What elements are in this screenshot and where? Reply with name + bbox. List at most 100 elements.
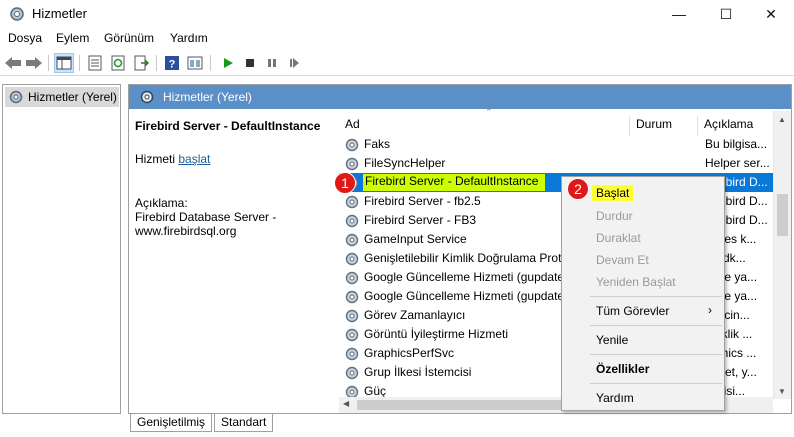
- menu-item-resume: Devam Et: [596, 253, 649, 267]
- scroll-down-icon[interactable]: ▼: [778, 387, 786, 396]
- console-view-icon[interactable]: [185, 53, 205, 73]
- table-row[interactable]: FileSyncHelper Helper ser...: [339, 154, 781, 173]
- scroll-left-icon[interactable]: ◀: [343, 399, 349, 408]
- menu-item-stop: Durdur: [596, 209, 633, 223]
- toolbar: ?: [0, 50, 794, 76]
- pause-service-icon[interactable]: [262, 53, 282, 73]
- menu-bar: Dosya Eylem Görünüm Yardım: [0, 28, 794, 48]
- services-gear-icon: [9, 90, 23, 104]
- toolbar-separator: [210, 55, 211, 71]
- service-name: Firebird Server - fb2.5: [364, 194, 481, 208]
- tab-extended[interactable]: Genişletilmiş: [130, 414, 213, 432]
- service-name: Google Güncelleme Hizmeti (gupdatem): [364, 289, 579, 303]
- svg-text:?: ?: [169, 59, 176, 71]
- step-badge-1: 1: [334, 172, 356, 194]
- back-icon[interactable]: [3, 53, 23, 73]
- scroll-up-icon[interactable]: ▲: [778, 115, 786, 124]
- maximize-button[interactable]: ☐: [703, 0, 749, 28]
- menu-item-all-tasks[interactable]: Tüm Görevler: [596, 304, 669, 318]
- restart-service-icon[interactable]: [284, 53, 304, 73]
- menu-item-pause: Duraklat: [596, 231, 641, 245]
- description-line-1: Firebird Database Server -: [135, 210, 277, 224]
- show-hide-tree-icon[interactable]: [54, 53, 74, 73]
- stop-service-icon[interactable]: [240, 53, 260, 73]
- column-header-description[interactable]: Açıklama: [697, 116, 777, 136]
- service-gear-icon: [345, 347, 359, 361]
- service-gear-icon: [345, 290, 359, 304]
- toolbar-separator: [79, 55, 80, 71]
- start-service-prefix: Hizmeti: [135, 152, 179, 166]
- menu-item-properties[interactable]: Özellikler: [596, 362, 649, 376]
- service-name: Güç: [364, 384, 387, 397]
- scroll-thumb[interactable]: [777, 194, 788, 236]
- list-header: ⌃ Ad Durum Açıklama: [339, 107, 779, 136]
- step-badge-2: 2: [567, 178, 589, 200]
- tree-item-label: Hizmetler (Yerel): [28, 90, 117, 104]
- column-header-status[interactable]: Durum: [629, 116, 699, 136]
- menu-yardim[interactable]: Yardım: [170, 31, 208, 45]
- menu-separator: [590, 325, 722, 326]
- minimize-button[interactable]: —: [656, 0, 702, 28]
- menu-item-restart: Yeniden Başlat: [596, 275, 676, 289]
- close-button[interactable]: ✕: [748, 0, 794, 28]
- tab-standard[interactable]: Standart: [214, 414, 274, 432]
- service-gear-icon: [345, 195, 359, 209]
- start-service-icon[interactable]: [218, 53, 238, 73]
- service-name: GameInput Service: [364, 232, 467, 246]
- menu-dosya[interactable]: Dosya: [8, 31, 42, 45]
- properties-sheet-icon[interactable]: [85, 53, 105, 73]
- title-bar: Hizmetler — ☐ ✕: [0, 0, 794, 28]
- service-name: Faks: [364, 137, 391, 151]
- start-service-link[interactable]: başlat: [178, 152, 210, 166]
- vertical-scrollbar[interactable]: ▲ ▼: [773, 111, 791, 399]
- scroll-thumb[interactable]: [357, 400, 565, 410]
- refresh-icon[interactable]: [108, 53, 128, 73]
- start-service-line: Hizmeti başlat: [135, 152, 331, 166]
- toolbar-separator: [48, 55, 49, 71]
- service-gear-icon: [345, 366, 359, 380]
- service-gear-icon: [345, 309, 359, 323]
- service-gear-icon: [345, 157, 359, 171]
- service-name: Firebird Server - FB3: [364, 213, 477, 227]
- menu-item-refresh[interactable]: Yenile: [596, 333, 628, 347]
- menu-item-start[interactable]: Başlat: [592, 185, 634, 201]
- description-line-2: www.firebirdsql.org: [135, 224, 237, 238]
- services-gear-icon: [10, 7, 24, 21]
- menu-separator: [590, 354, 722, 355]
- services-gear-icon: [140, 90, 154, 104]
- service-name: Firebird Server - DefaultInstance: [363, 174, 545, 191]
- service-name: Google Güncelleme Hizmeti (gupdate): [364, 270, 569, 284]
- service-name: FileSyncHelper: [364, 156, 446, 170]
- export-list-icon[interactable]: [131, 53, 151, 73]
- forward-icon[interactable]: [24, 53, 44, 73]
- service-gear-icon: [345, 328, 359, 342]
- menu-item-help[interactable]: Yardım: [596, 391, 634, 405]
- service-gear-icon: [345, 385, 359, 397]
- tree-item-services-local[interactable]: Hizmetler (Yerel): [5, 87, 119, 107]
- window-title: Hizmetler: [32, 6, 87, 21]
- console-tree: Hizmetler (Yerel): [2, 84, 121, 414]
- service-name: Görüntü İyileştirme Hizmeti: [364, 327, 509, 341]
- column-header-name[interactable]: Ad: [339, 116, 635, 136]
- menu-separator: [590, 383, 722, 384]
- table-row[interactable]: Faks Bu bilgisa...: [339, 135, 781, 154]
- menu-eylem[interactable]: Eylem: [56, 31, 89, 45]
- context-menu: Başlat Durdur Duraklat Devam Et Yeniden …: [561, 176, 725, 411]
- submenu-chevron-icon: ›: [708, 303, 712, 317]
- view-tabs: Genişletilmiş Standart: [128, 414, 792, 436]
- service-name: Grup İlkesi İstemcisi: [364, 365, 472, 379]
- menu-gorunum[interactable]: Görünüm: [104, 31, 154, 45]
- service-description: Helper ser...: [705, 156, 770, 170]
- panel-title: Hizmetler (Yerel): [163, 90, 252, 104]
- service-description: Bu bilgisa...: [705, 137, 768, 151]
- service-gear-icon: [345, 252, 359, 266]
- selected-service-name: Firebird Server - DefaultInstance: [135, 119, 321, 133]
- description-label: Açıklama:: [135, 196, 188, 210]
- service-name: Genişletilebilir Kimlik Doğrulama Prot..…: [364, 251, 572, 265]
- service-name: Görev Zamanlayıcı: [364, 308, 466, 322]
- help-icon[interactable]: ?: [162, 53, 182, 73]
- service-description-panel: Firebird Server - DefaultInstance Hizmet…: [135, 119, 331, 238]
- toolbar-separator: [156, 55, 157, 71]
- service-gear-icon: [345, 233, 359, 247]
- service-gear-icon: [345, 138, 359, 152]
